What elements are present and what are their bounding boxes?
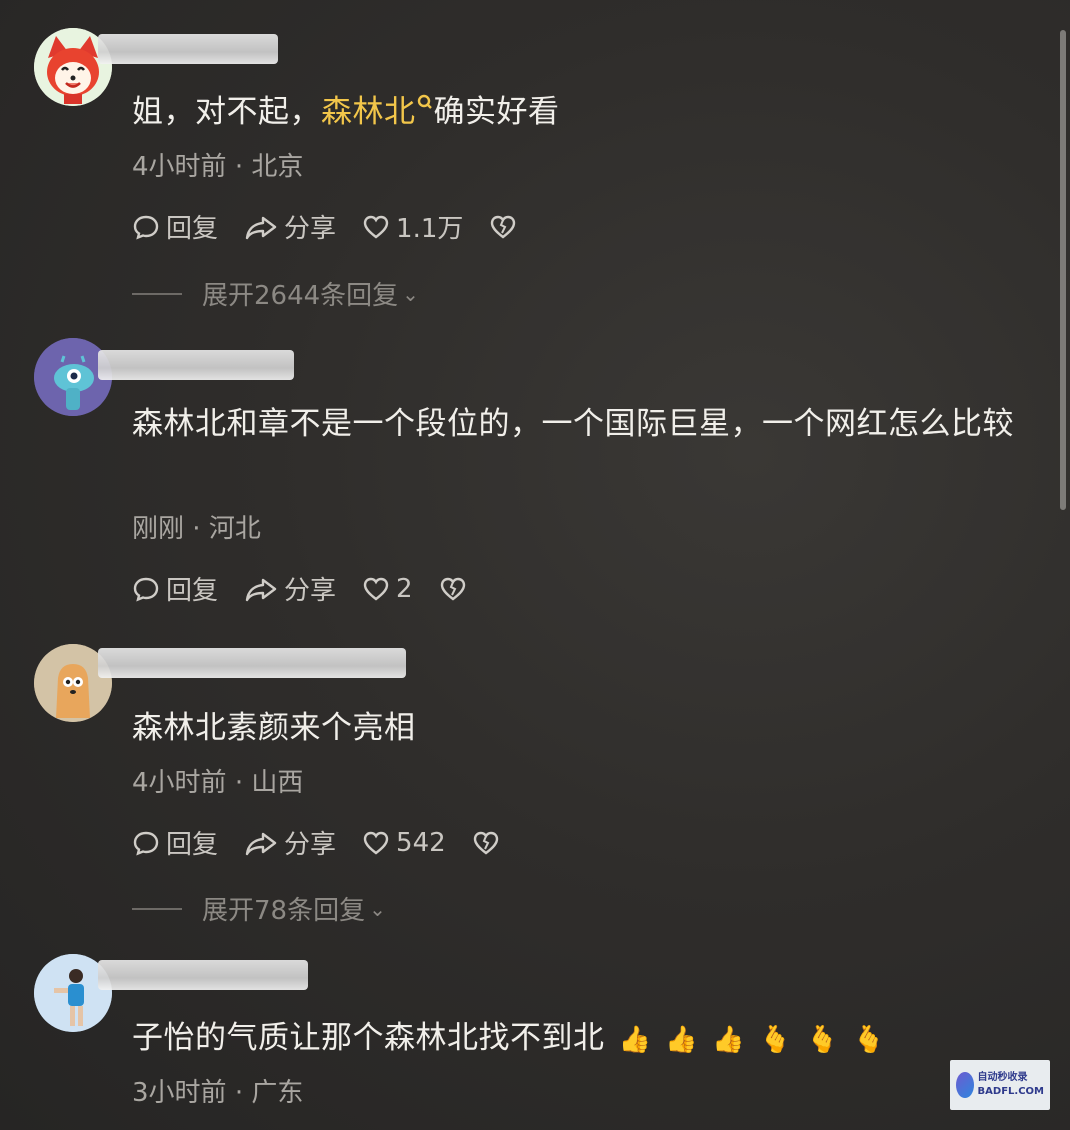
- share-label: 分享: [284, 830, 337, 860]
- comment-actions: 回复 分享 1.1万: [132, 208, 549, 245]
- dislike-button[interactable]: [489, 213, 523, 241]
- divider-line: [132, 907, 182, 910]
- reply-button[interactable]: 回复: [132, 570, 218, 607]
- search-keyword-link[interactable]: 森林北: [321, 94, 416, 130]
- comment-bubble-icon: [133, 577, 159, 601]
- expand-replies-button[interactable]: 展开78条回复 ⌄: [132, 890, 386, 927]
- comment-time: 4小时前: [132, 768, 227, 798]
- meta-separator: ·: [234, 1078, 244, 1108]
- comment-text: 姐，对不起，森林北 确实好看: [132, 86, 1040, 138]
- comment-text: 森林北素颜来个亮相: [132, 710, 416, 746]
- comment-text: 子怡的气质让那个森林北找不到北 👍 👍 👍 🫰 🫰 🫰: [132, 1012, 1040, 1066]
- comment-text-part: 子怡的气质让那个森林北找不到北: [132, 1020, 605, 1056]
- comment-location: 山西: [251, 768, 304, 798]
- comment-meta: 4小时前 · 山西: [132, 762, 303, 799]
- comment-text-part: 姐，对不起，: [132, 94, 321, 130]
- share-button[interactable]: 分享: [244, 824, 336, 861]
- username-redacted: [98, 960, 308, 990]
- watermark-line2: BADFL.COM: [977, 1086, 1044, 1097]
- watermark-logo-icon: [956, 1072, 974, 1098]
- comment-time: 4小时前: [132, 152, 227, 182]
- heart-icon: [363, 831, 389, 855]
- comment-text: 森林北和章不是一个段位的，一个国际巨星，一个网红怎么比较: [132, 406, 1014, 442]
- reply-label: 回复: [166, 214, 219, 244]
- expand-replies-label: 展开78条回复: [202, 896, 366, 926]
- finger-heart-emoji: 🫰: [806, 1024, 839, 1055]
- dislike-button[interactable]: [439, 575, 473, 603]
- username-redacted: [98, 34, 278, 64]
- thumbs-up-emoji: 👍: [712, 1024, 746, 1055]
- comment-actions: 回复 分享 2: [132, 570, 499, 607]
- comment-time: 3小时前: [132, 1078, 227, 1108]
- share-button[interactable]: 分享: [244, 570, 336, 607]
- comment-meta: 3小时前 · 广东: [132, 1072, 303, 1109]
- reply-button[interactable]: 回复: [132, 824, 218, 861]
- broken-heart-icon: [473, 831, 498, 855]
- comment-bubble-icon: [133, 215, 159, 239]
- like-button[interactable]: 2: [362, 574, 413, 604]
- broken-heart-icon: [491, 215, 516, 239]
- username-redacted: [98, 350, 294, 380]
- reply-label: 回复: [166, 576, 219, 606]
- watermark-text: 自动秒收录 BADFL.COM: [978, 1071, 1044, 1099]
- finger-heart-emoji: 🫰: [852, 1024, 886, 1055]
- expand-replies-button[interactable]: 展开2644条回复 ⌄: [132, 275, 419, 312]
- share-arrow-icon: [245, 578, 277, 601]
- chevron-down-icon: ⌄: [402, 281, 419, 306]
- comment-text-part: 确实好看: [433, 94, 560, 130]
- search-icon[interactable]: [416, 94, 434, 114]
- reply-button[interactable]: 回复: [132, 208, 218, 245]
- comment-location: 广东: [251, 1078, 304, 1108]
- reply-label: 回复: [166, 830, 219, 860]
- meta-separator: ·: [192, 514, 201, 544]
- like-count: 542: [396, 827, 446, 858]
- comment-time: 刚刚: [132, 514, 185, 544]
- share-arrow-icon: [245, 832, 277, 855]
- like-button[interactable]: 1.1万: [362, 208, 463, 245]
- finger-heart-emoji: 🫰: [759, 1024, 792, 1055]
- thumbs-up-emoji: 👍: [665, 1024, 699, 1055]
- meta-separator: ·: [234, 152, 244, 182]
- broken-heart-icon: [440, 577, 465, 601]
- comment-meta: 4小时前 · 北京: [132, 146, 303, 183]
- site-watermark: 自动秒收录 BADFL.COM: [950, 1060, 1050, 1110]
- like-button[interactable]: 542: [362, 828, 446, 858]
- share-button[interactable]: 分享: [244, 208, 336, 245]
- comment-location: 河北: [208, 514, 261, 544]
- username-redacted: [98, 648, 406, 678]
- like-count: 1.1万: [396, 214, 464, 244]
- share-arrow-icon: [245, 216, 277, 239]
- comment-meta: 刚刚 · 河北: [132, 508, 261, 545]
- comment-actions: 回复 分享 542: [132, 824, 532, 861]
- share-label: 分享: [284, 576, 337, 606]
- share-label: 分享: [284, 214, 337, 244]
- chevron-down-icon: ⌄: [369, 896, 386, 921]
- thumbs-up-emoji: 👍: [618, 1024, 652, 1055]
- expand-replies-label: 展开2644条回复: [202, 281, 399, 311]
- comment-bubble-icon: [133, 831, 159, 855]
- heart-icon: [363, 577, 389, 601]
- comment-location: 北京: [251, 152, 304, 182]
- dislike-button[interactable]: [472, 829, 506, 857]
- like-count: 2: [396, 573, 413, 604]
- divider-line: [132, 292, 182, 295]
- watermark-line1: 自动秒收录: [977, 1072, 1028, 1083]
- meta-separator: ·: [234, 768, 244, 798]
- heart-icon: [363, 215, 389, 239]
- scrollbar[interactable]: [1060, 30, 1066, 510]
